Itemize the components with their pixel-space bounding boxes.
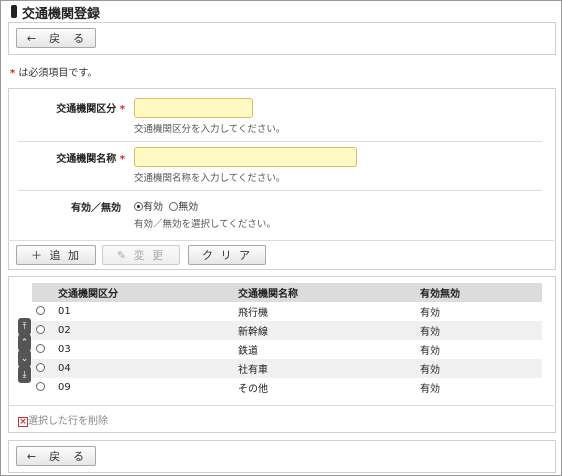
- table-row[interactable]: 03 鉄道 有効: [32, 340, 542, 359]
- type-label: 交通機関区分 *: [20, 100, 125, 115]
- radio-unchecked-icon[interactable]: [36, 363, 45, 372]
- name-required-star: *: [119, 154, 125, 165]
- form-divider: [18, 190, 542, 191]
- row-code: 09: [58, 382, 71, 393]
- active-option-off-label: 無効: [178, 202, 199, 213]
- row-name: 新幹線: [234, 321, 416, 340]
- type-label-text: 交通機関区分: [56, 104, 117, 115]
- row-code: 03: [58, 344, 71, 355]
- radio-unchecked-icon[interactable]: [36, 306, 45, 315]
- radio-checked-icon[interactable]: [134, 202, 143, 211]
- radio-unchecked-icon[interactable]: [36, 325, 45, 334]
- row-status: 有効: [420, 308, 440, 319]
- required-note: * は必須項目です。: [10, 64, 97, 79]
- form-divider: [18, 141, 542, 142]
- radio-unchecked-icon[interactable]: [169, 202, 179, 211]
- top-back-button[interactable]: ← 戻 る: [16, 28, 96, 48]
- active-option-on[interactable]: 有効: [134, 202, 163, 213]
- row-status: 有効: [416, 321, 542, 340]
- table-row[interactable]: 09 その他 有効: [32, 378, 542, 397]
- clear-button[interactable]: ク リ ア: [188, 245, 266, 265]
- table-row[interactable]: 01 飛行機 有効: [32, 302, 542, 321]
- type-input[interactable]: [134, 98, 253, 118]
- table-row[interactable]: 04 社有車 有効: [32, 359, 542, 378]
- column-header-name: 交通機関名称: [234, 283, 416, 302]
- table-divider: [8, 405, 554, 406]
- row-select[interactable]: [32, 302, 54, 321]
- active-label: 有効／無効: [71, 203, 121, 214]
- active-option-on-label: 有効: [143, 202, 163, 213]
- radio-unchecked-icon[interactable]: [36, 344, 45, 353]
- title-marker-icon: [11, 5, 17, 18]
- row-code: 02: [54, 321, 234, 340]
- row-name: 社有車: [234, 359, 416, 378]
- row-name: 鉄道: [238, 346, 258, 357]
- page-title: 交通機関登録: [22, 7, 101, 22]
- transport-table: 交通機関区分 交通機関名称 有効無効 01 飛行機 有効 02 新幹線 有効 0…: [32, 283, 542, 397]
- delete-selected-link[interactable]: ×選択した行を削除: [18, 412, 108, 427]
- row-select[interactable]: [32, 359, 54, 378]
- radio-unchecked-icon[interactable]: [36, 382, 45, 391]
- active-option-off[interactable]: 無効: [169, 202, 198, 213]
- row-name: その他: [238, 384, 268, 395]
- row-select[interactable]: [32, 340, 54, 359]
- row-code: 04: [54, 359, 234, 378]
- move-up-icon[interactable]: ⌃: [18, 334, 31, 351]
- column-header-type: 交通機関区分: [54, 283, 234, 302]
- delete-x-icon: ×: [18, 417, 28, 427]
- form-divider: [8, 240, 554, 241]
- move-down-icon[interactable]: ⌄: [18, 350, 31, 367]
- name-label-text: 交通機関名称: [56, 154, 117, 165]
- bottom-back-button[interactable]: ← 戻 る: [16, 446, 96, 466]
- table-row[interactable]: 02 新幹線 有効: [32, 321, 542, 340]
- add-button[interactable]: ＋ 追 加: [16, 245, 96, 265]
- row-status: 有効: [416, 359, 542, 378]
- row-name: 飛行機: [238, 308, 268, 319]
- change-button[interactable]: ✎ 変 更: [102, 245, 180, 265]
- row-status: 有効: [420, 384, 440, 395]
- type-required-star: *: [119, 104, 125, 115]
- select-column-header: [32, 283, 54, 302]
- row-select[interactable]: [32, 321, 54, 340]
- name-label: 交通機関名称 *: [20, 150, 125, 165]
- active-radio-group: 有効 無効: [134, 198, 198, 213]
- move-bottom-icon[interactable]: ⤓: [18, 366, 31, 383]
- name-input[interactable]: [134, 147, 357, 167]
- required-note-text: は必須項目です。: [15, 68, 98, 79]
- type-hint: 交通機関区分を入力してください。: [134, 124, 286, 135]
- row-status: 有効: [420, 346, 440, 357]
- row-select[interactable]: [32, 378, 54, 397]
- row-code: 01: [58, 306, 71, 317]
- active-hint: 有効／無効を選択してください。: [134, 219, 276, 230]
- move-top-icon[interactable]: ⤒: [18, 318, 31, 335]
- name-hint: 交通機関名称を入力してください。: [134, 173, 286, 184]
- delete-selected-label: 選択した行を削除: [28, 416, 108, 427]
- column-header-status: 有効無効: [416, 283, 542, 302]
- table-header-row: 交通機関区分 交通機関名称 有効無効: [32, 283, 542, 302]
